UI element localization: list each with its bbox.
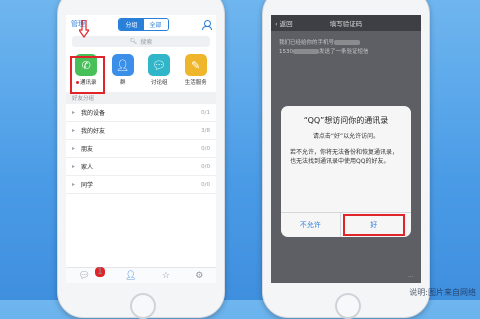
tile-services[interactable]: ✎ 生活服务 [179, 54, 213, 86]
tile-groups-label: 群 [119, 80, 126, 86]
dialog-subtitle: 请点击“好”以允许访问。 [312, 133, 380, 140]
bottom-tabbar: 💬︎ 1 👤︎ ☆ ⚙ [66, 266, 216, 283]
permission-dialog: “QQ”想访问你的通讯录 请点击“好”以允许访问。 若不允许，你将无法备份和恢复… [281, 106, 411, 237]
phone-left: 管理 分组 全部 🔍︎ 搜索 ✆ 通讯录 👤︎ 群 💬︎ 讨论组 ✎ 生活服务 … [57, 0, 225, 319]
footer-text: … [408, 273, 413, 279]
service-icon: ✎ [184, 54, 207, 76]
chevron-right-icon: ▸ [72, 109, 76, 116]
group-row-friends[interactable]: ▸ 我的好友 3/8 [66, 122, 216, 140]
group-row-classmates[interactable]: ▸ 同学 0/0 [66, 176, 216, 194]
watermark: 说明:图片来自网络 [409, 288, 476, 297]
group-segment-control: 分组 全部 [118, 17, 169, 31]
page-title: 填写验证码 [329, 20, 363, 28]
tile-services-label: 生活服务 [184, 80, 207, 86]
dialog-message: 若不允许，你将无法备份和恢复通讯录，也无法找到通讯录中使用QQ的好友。 [290, 149, 399, 165]
verify-header: ‹ 返回 填写验证码 [271, 15, 421, 31]
chevron-right-icon: ▸ [72, 181, 76, 188]
chevron-right-icon: ▸ [72, 163, 76, 170]
dialog-title: “QQ”想访问你的通讯录 [303, 116, 389, 125]
down-arrow-icon [79, 20, 89, 38]
chat-icon: 💬︎ [148, 54, 171, 76]
search-input[interactable]: 🔍︎ 搜索 [72, 36, 210, 47]
tile-discussion[interactable]: 💬︎ 讨论组 [142, 54, 176, 86]
masked-number [334, 40, 361, 45]
masked-number [293, 49, 319, 54]
highlight-box [70, 56, 105, 94]
search-icon: 🔍︎ [129, 38, 138, 45]
add-friend-icon[interactable] [202, 19, 212, 30]
allow-button[interactable]: 好 [342, 214, 405, 236]
unread-badge: 1 [95, 266, 105, 277]
sms-sent-text: 我们已经给你的手机号 1530 发送了一条验证短信 [279, 40, 369, 55]
dimmed-background: 我们已经给你的手机号 1530 发送了一条验证短信 “QQ”想访问你的通讯录 请点… [271, 31, 421, 283]
dialog-buttons: 不允许 好 [281, 212, 411, 237]
tab-messages[interactable]: 💬︎ 1 [79, 266, 105, 281]
chevron-right-icon: ▸ [72, 145, 76, 152]
tile-discussion-label: 讨论组 [150, 80, 168, 86]
home-button[interactable] [130, 293, 156, 319]
group-icon: 👤︎ [111, 54, 134, 76]
tab-settings[interactable]: ⚙ [195, 271, 203, 281]
verify-screen: ‹ 返回 填写验证码 我们已经给你的手机号 1530 发送了一条验证短信 “QQ”… [271, 15, 421, 283]
qq-contacts-screen: 管理 分组 全部 🔍︎ 搜索 ✆ 通讯录 👤︎ 群 💬︎ 讨论组 ✎ 生活服务 … [66, 15, 216, 283]
tile-groups[interactable]: 👤︎ 群 [106, 54, 140, 86]
home-button[interactable] [335, 293, 361, 319]
tab-group[interactable]: 分组 [119, 18, 144, 30]
tab-contacts[interactable]: 👤︎ [125, 271, 136, 281]
tab-favorites[interactable]: ☆ [162, 271, 170, 281]
search-placeholder: 搜索 [140, 39, 153, 46]
phone-right: ‹ 返回 填写验证码 我们已经给你的手机号 1530 发送了一条验证短信 “QQ”… [262, 0, 430, 319]
tab-all[interactable]: 全部 [143, 18, 168, 30]
chevron-right-icon: ▸ [72, 127, 76, 134]
group-row-mates[interactable]: ▸ 朋友 0/0 [66, 140, 216, 158]
back-button[interactable]: ‹ 返回 [275, 18, 293, 28]
group-row-devices[interactable]: ▸ 我的设备 0/1 [66, 104, 216, 122]
group-row-family[interactable]: ▸ 家人 0/0 [66, 158, 216, 176]
deny-button[interactable]: 不允许 [281, 213, 341, 237]
